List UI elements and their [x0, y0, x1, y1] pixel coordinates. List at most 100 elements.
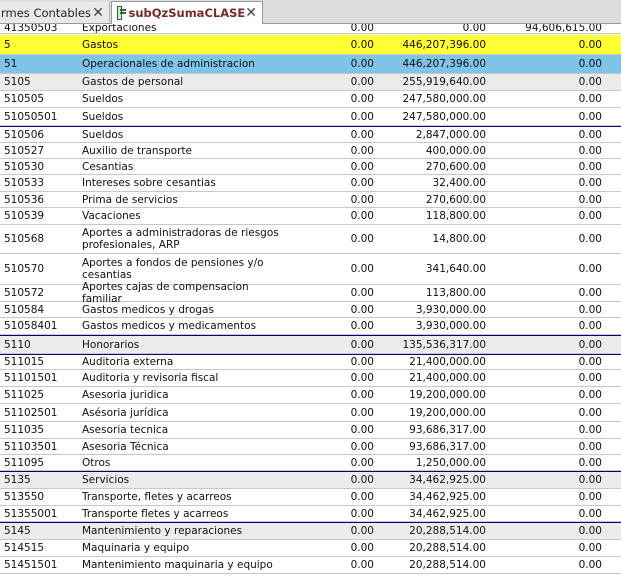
account-name-cell[interactable]: Asésoria jurídica	[82, 404, 282, 421]
amount-b-cell[interactable]: 247,580,000.00	[380, 91, 487, 107]
amount-b-cell[interactable]: 341,640.00	[380, 254, 486, 284]
amount-a-cell[interactable]: 0.00	[290, 225, 374, 253]
amount-c-cell[interactable]: 0.00	[492, 506, 602, 521]
amount-c-cell[interactable]: 0.00	[492, 489, 602, 505]
table-row[interactable]: 5 Gastos 0.00 446,207,396.00 0.00	[0, 35, 621, 55]
table-row[interactable]: 511015 Auditoria externa 0.00 21,400,000.00…	[0, 354, 621, 370]
amount-b-cell[interactable]: 446,207,396.00	[380, 55, 487, 73]
amount-a-cell[interactable]: 0.00	[290, 387, 374, 403]
amount-c-cell[interactable]: 0.00	[492, 387, 602, 403]
amount-a-cell[interactable]: 0.00	[290, 143, 374, 158]
account-name-cell[interactable]: Vacaciones	[82, 208, 282, 224]
amount-c-cell[interactable]: 0.00	[492, 143, 602, 158]
account-code-cell[interactable]: 51058401	[4, 318, 78, 334]
amount-b-cell[interactable]: 32,400.00	[380, 175, 486, 191]
amount-c-cell[interactable]: 0.00	[492, 35, 602, 54]
amount-b-cell[interactable]: 2,847,000.00	[380, 127, 486, 142]
amount-c-cell[interactable]: 0.00	[492, 127, 602, 142]
account-name-cell[interactable]: Prima de servicios	[82, 192, 282, 207]
amount-b-cell[interactable]: 3,930,000.00	[380, 318, 486, 334]
amount-a-cell[interactable]: 0.00	[290, 336, 374, 353]
amount-a-cell[interactable]: 0.00	[290, 208, 374, 224]
account-name-cell[interactable]: Otros	[82, 455, 282, 470]
account-name-cell[interactable]: Asesoria Técnica	[82, 439, 282, 454]
account-code-cell[interactable]: 5105	[4, 74, 78, 90]
table-row[interactable]: 51101501 Auditoria y revisoria fiscal 0.00…	[0, 370, 621, 387]
account-name-cell[interactable]: Mantenimiento y reparaciones	[82, 523, 282, 539]
amount-a-cell[interactable]: 0.00	[290, 455, 374, 470]
table-row[interactable]: 510505 Sueldos 0.00 247,580,000.00 0.00	[0, 91, 621, 108]
amount-c-cell[interactable]: 0.00	[492, 285, 602, 301]
account-code-cell[interactable]: 511025	[4, 387, 78, 403]
table-row[interactable]: 5110 Honorarios 0.00 135,536,317.00 0.00	[0, 335, 621, 354]
amount-c-cell[interactable]: 0.00	[492, 192, 602, 207]
account-name-cell[interactable]: Gastos medicos y drogas	[82, 302, 282, 317]
account-code-cell[interactable]: 51355001	[4, 506, 78, 521]
account-name-cell[interactable]: Transporte, fletes y acarreos	[82, 489, 282, 505]
amount-a-cell[interactable]: 0.00	[290, 523, 374, 539]
tab-subqzsumaclase[interactable]: subQzSumaCLASE ✕	[111, 1, 263, 24]
account-name-cell[interactable]: Sueldos	[82, 91, 282, 107]
account-code-cell[interactable]: 510572	[4, 285, 78, 301]
table-row[interactable]: 510533 Intereses sobre cesantias 0.00 32,40…	[0, 175, 621, 192]
amount-a-cell[interactable]: 0.00	[290, 35, 374, 54]
amount-a-cell[interactable]: 0.00	[290, 489, 374, 505]
amount-c-cell[interactable]: 0.00	[492, 472, 602, 488]
amount-b-cell[interactable]: 21,400,000.00	[380, 355, 486, 369]
amount-c-cell[interactable]: 0.00	[492, 540, 602, 556]
close-icon[interactable]: ✕	[245, 5, 257, 21]
amount-c-cell[interactable]: 0.00	[492, 302, 602, 317]
account-code-cell[interactable]: 41350503	[4, 24, 78, 34]
amount-c-cell[interactable]: 0.00	[492, 91, 602, 107]
amount-b-cell[interactable]: 20,288,514.00	[380, 523, 486, 539]
account-code-cell[interactable]: 51101501	[4, 370, 78, 386]
amount-c-cell[interactable]: 0.00	[492, 318, 602, 334]
amount-b-cell[interactable]: 34,462,925.00	[380, 489, 486, 505]
amount-b-cell[interactable]: 247,580,000.00	[380, 108, 487, 125]
tab-informes-contables[interactable]: rmes Contables ✕	[0, 2, 110, 23]
table-row[interactable]: 511095 Otros 0.00 1,250,000.00 0.00	[0, 455, 621, 471]
account-code-cell[interactable]: 510533	[4, 175, 78, 191]
account-code-cell[interactable]: 510530	[4, 159, 78, 174]
table-row[interactable]: 510568 Aportes a administradoras de riesg…	[0, 225, 621, 254]
account-code-cell[interactable]: 51102501	[4, 404, 78, 421]
amount-b-cell[interactable]: 3,930,000.00	[380, 302, 486, 317]
table-row[interactable]: 51103501 Asesoria Técnica 0.00 93,686,317.0…	[0, 439, 621, 455]
close-icon[interactable]: ✕	[92, 5, 104, 21]
amount-a-cell[interactable]: 0.00	[290, 192, 374, 207]
amount-b-cell[interactable]: 270,600.00	[380, 192, 486, 207]
amount-a-cell[interactable]: 0.00	[290, 540, 374, 556]
amount-c-cell[interactable]: 0.00	[492, 523, 602, 539]
amount-a-cell[interactable]: 0.00	[290, 74, 374, 90]
account-code-cell[interactable]: 51451501	[4, 557, 78, 573]
account-name-cell[interactable]: Operacionales de administracion	[82, 55, 282, 73]
account-code-cell[interactable]: 510536	[4, 192, 78, 207]
account-name-cell[interactable]: Honorarios	[82, 336, 282, 353]
amount-c-cell[interactable]: 0.00	[492, 336, 602, 353]
account-name-cell[interactable]: Gastos	[82, 35, 282, 54]
amount-a-cell[interactable]: 0.00	[290, 404, 374, 421]
amount-c-cell[interactable]: 0.00	[492, 557, 602, 573]
amount-c-cell[interactable]: 0.00	[492, 159, 602, 174]
account-code-cell[interactable]: 51103501	[4, 439, 78, 454]
account-name-cell[interactable]: Transporte fletes y acarreos	[82, 506, 282, 521]
account-code-cell[interactable]: 5	[4, 35, 78, 54]
account-name-cell[interactable]: Cesantias	[82, 159, 282, 174]
account-name-cell[interactable]: Sueldos	[82, 127, 282, 142]
account-name-cell[interactable]: Asesoria tecnica	[82, 422, 282, 438]
account-name-cell[interactable]: Exportaciones	[82, 24, 282, 34]
amount-a-cell[interactable]: 0.00	[290, 506, 374, 521]
amount-a-cell[interactable]: 0.00	[290, 127, 374, 142]
account-code-cell[interactable]: 510570	[4, 254, 78, 284]
account-code-cell[interactable]: 511015	[4, 355, 78, 369]
amount-a-cell[interactable]: 0.00	[290, 175, 374, 191]
table-row[interactable]: 510506 Sueldos 0.00 2,847,000.00 0.00	[0, 126, 621, 143]
amount-b-cell[interactable]: 19,200,000.00	[380, 404, 486, 421]
account-code-cell[interactable]: 510505	[4, 91, 78, 107]
account-name-cell[interactable]: Auditoria y revisoria fiscal	[82, 370, 282, 386]
account-code-cell[interactable]: 514515	[4, 540, 78, 556]
amount-a-cell[interactable]: 0.00	[290, 557, 374, 573]
amount-a-cell[interactable]: 0.00	[290, 159, 374, 174]
amount-b-cell[interactable]: 135,536,317.00	[380, 336, 487, 353]
amount-b-cell[interactable]: 0.00	[380, 24, 486, 34]
